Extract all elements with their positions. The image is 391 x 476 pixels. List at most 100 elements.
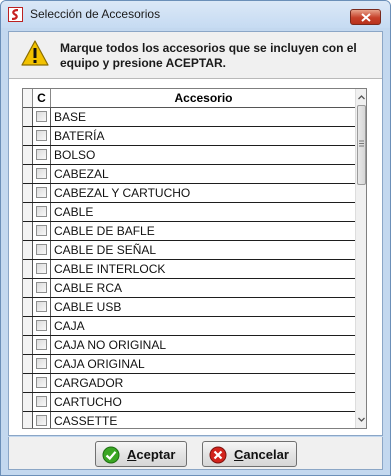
check-icon: [102, 446, 120, 464]
accessory-checkbox[interactable]: [36, 225, 47, 236]
cancel-icon: [209, 446, 227, 464]
scroll-up-icon[interactable]: [356, 90, 367, 105]
check-cell[interactable]: [33, 241, 51, 259]
row-indicator[interactable]: [23, 412, 33, 428]
row-indicator[interactable]: [23, 222, 33, 240]
row-indicator[interactable]: [23, 108, 33, 126]
table-row[interactable]: CARTUCHO: [23, 393, 356, 412]
row-indicator[interactable]: [23, 241, 33, 259]
accessory-checkbox[interactable]: [36, 111, 47, 122]
table-row[interactable]: BOLSO: [23, 146, 356, 165]
dialog-window: Selección de Accesorios Marque todos los…: [0, 0, 391, 476]
table-row[interactable]: CABLE RCA: [23, 279, 356, 298]
check-cell[interactable]: [33, 146, 51, 164]
check-cell[interactable]: [33, 184, 51, 202]
accessory-checkbox[interactable]: [36, 263, 47, 274]
table-row[interactable]: CABLE INTERLOCK: [23, 260, 356, 279]
table-row[interactable]: CASSETTE: [23, 412, 356, 428]
accessory-checkbox[interactable]: [36, 396, 47, 407]
accessory-name: CABLE RCA: [54, 281, 123, 295]
scroll-down-icon[interactable]: [356, 412, 367, 427]
table-row[interactable]: CAJA NO ORIGINAL: [23, 336, 356, 355]
row-indicator[interactable]: [23, 374, 33, 392]
column-header-accesorio[interactable]: Accesorio: [51, 89, 356, 107]
row-indicator[interactable]: [23, 260, 33, 278]
accessory-checkbox[interactable]: [36, 415, 47, 426]
message-panel: Marque todos los accesorios que se inclu…: [9, 32, 382, 79]
cancel-mnemonic: C: [234, 447, 244, 462]
check-cell[interactable]: [33, 203, 51, 221]
window-title: Selección de Accesorios: [30, 7, 161, 21]
table-row[interactable]: BATERÍA: [23, 127, 356, 146]
check-cell[interactable]: [33, 127, 51, 145]
vertical-scrollbar[interactable]: [355, 89, 367, 428]
accessory-checkbox[interactable]: [36, 244, 47, 255]
check-cell[interactable]: [33, 412, 51, 428]
table-row[interactable]: CABLE DE BAFLE: [23, 222, 356, 241]
table-row[interactable]: CABLE USB: [23, 298, 356, 317]
row-indicator[interactable]: [23, 393, 33, 411]
table-row[interactable]: CABEZAL: [23, 165, 356, 184]
accessory-name: CAJA: [54, 319, 85, 333]
check-cell[interactable]: [33, 108, 51, 126]
check-cell[interactable]: [33, 298, 51, 316]
accessory-name: BATERÍA: [54, 129, 105, 143]
check-cell[interactable]: [33, 279, 51, 297]
row-indicator[interactable]: [23, 317, 33, 335]
table-row[interactable]: CAJA: [23, 317, 356, 336]
accessory-name: CABLE DE SEÑAL: [54, 243, 157, 257]
accessory-name: CABLE DE BAFLE: [54, 224, 155, 238]
grid-header: C Accesorio: [23, 89, 364, 108]
accessory-checkbox[interactable]: [36, 149, 47, 160]
warning-icon: [21, 40, 49, 66]
check-cell[interactable]: [33, 222, 51, 240]
accessory-checkbox[interactable]: [36, 320, 47, 331]
accessory-checkbox[interactable]: [36, 377, 47, 388]
accessory-checkbox[interactable]: [36, 339, 47, 350]
check-cell[interactable]: [33, 393, 51, 411]
row-indicator[interactable]: [23, 279, 33, 297]
accept-button[interactable]: Aceptar: [95, 441, 187, 467]
cancel-button[interactable]: Cancelar: [202, 441, 297, 467]
row-indicator-header: [23, 89, 33, 107]
accessory-checkbox[interactable]: [36, 358, 47, 369]
table-row[interactable]: CABLE DE SEÑAL: [23, 241, 356, 260]
table-row[interactable]: CARGADOR: [23, 374, 356, 393]
accessory-checkbox[interactable]: [36, 187, 47, 198]
row-indicator[interactable]: [23, 355, 33, 373]
column-header-check[interactable]: C: [33, 89, 51, 107]
check-cell[interactable]: [33, 165, 51, 183]
row-indicator[interactable]: [23, 184, 33, 202]
row-indicator[interactable]: [23, 203, 33, 221]
accessory-checkbox[interactable]: [36, 130, 47, 141]
check-cell[interactable]: [33, 336, 51, 354]
accept-mnemonic: A: [127, 447, 137, 462]
accessory-checkbox[interactable]: [36, 168, 47, 179]
app-logo-icon: [8, 7, 23, 22]
check-cell[interactable]: [33, 260, 51, 278]
accessory-checkbox[interactable]: [36, 206, 47, 217]
close-button[interactable]: [350, 9, 381, 25]
instruction-message: Marque todos los accesorios que se inclu…: [60, 41, 357, 70]
check-cell[interactable]: [33, 355, 51, 373]
row-indicator[interactable]: [23, 165, 33, 183]
accessory-checkbox[interactable]: [36, 282, 47, 293]
accessory-checkbox[interactable]: [36, 301, 47, 312]
accessory-name: CABLE INTERLOCK: [54, 262, 166, 276]
table-row[interactable]: CABEZAL Y CARTUCHO: [23, 184, 356, 203]
table-row[interactable]: CAJA ORIGINAL: [23, 355, 356, 374]
row-indicator[interactable]: [23, 298, 33, 316]
check-cell[interactable]: [33, 317, 51, 335]
row-indicator[interactable]: [23, 127, 33, 145]
grid-rows: BASE BATERÍA BOLSO CABEZAL CABEZAL Y CARTUCH…: [23, 108, 356, 428]
scrollbar-thumb[interactable]: [357, 105, 366, 185]
table-row[interactable]: BASE: [23, 108, 356, 127]
row-indicator[interactable]: [23, 336, 33, 354]
accessory-name: CARTUCHO: [54, 395, 122, 409]
check-cell[interactable]: [33, 374, 51, 392]
title-bar[interactable]: Selección de Accesorios: [1, 1, 390, 28]
accept-label-rest: ceptar: [136, 447, 176, 462]
table-row[interactable]: CABLE: [23, 203, 356, 222]
dialog-content: Marque todos los accesorios que se inclu…: [8, 31, 383, 436]
row-indicator[interactable]: [23, 146, 33, 164]
